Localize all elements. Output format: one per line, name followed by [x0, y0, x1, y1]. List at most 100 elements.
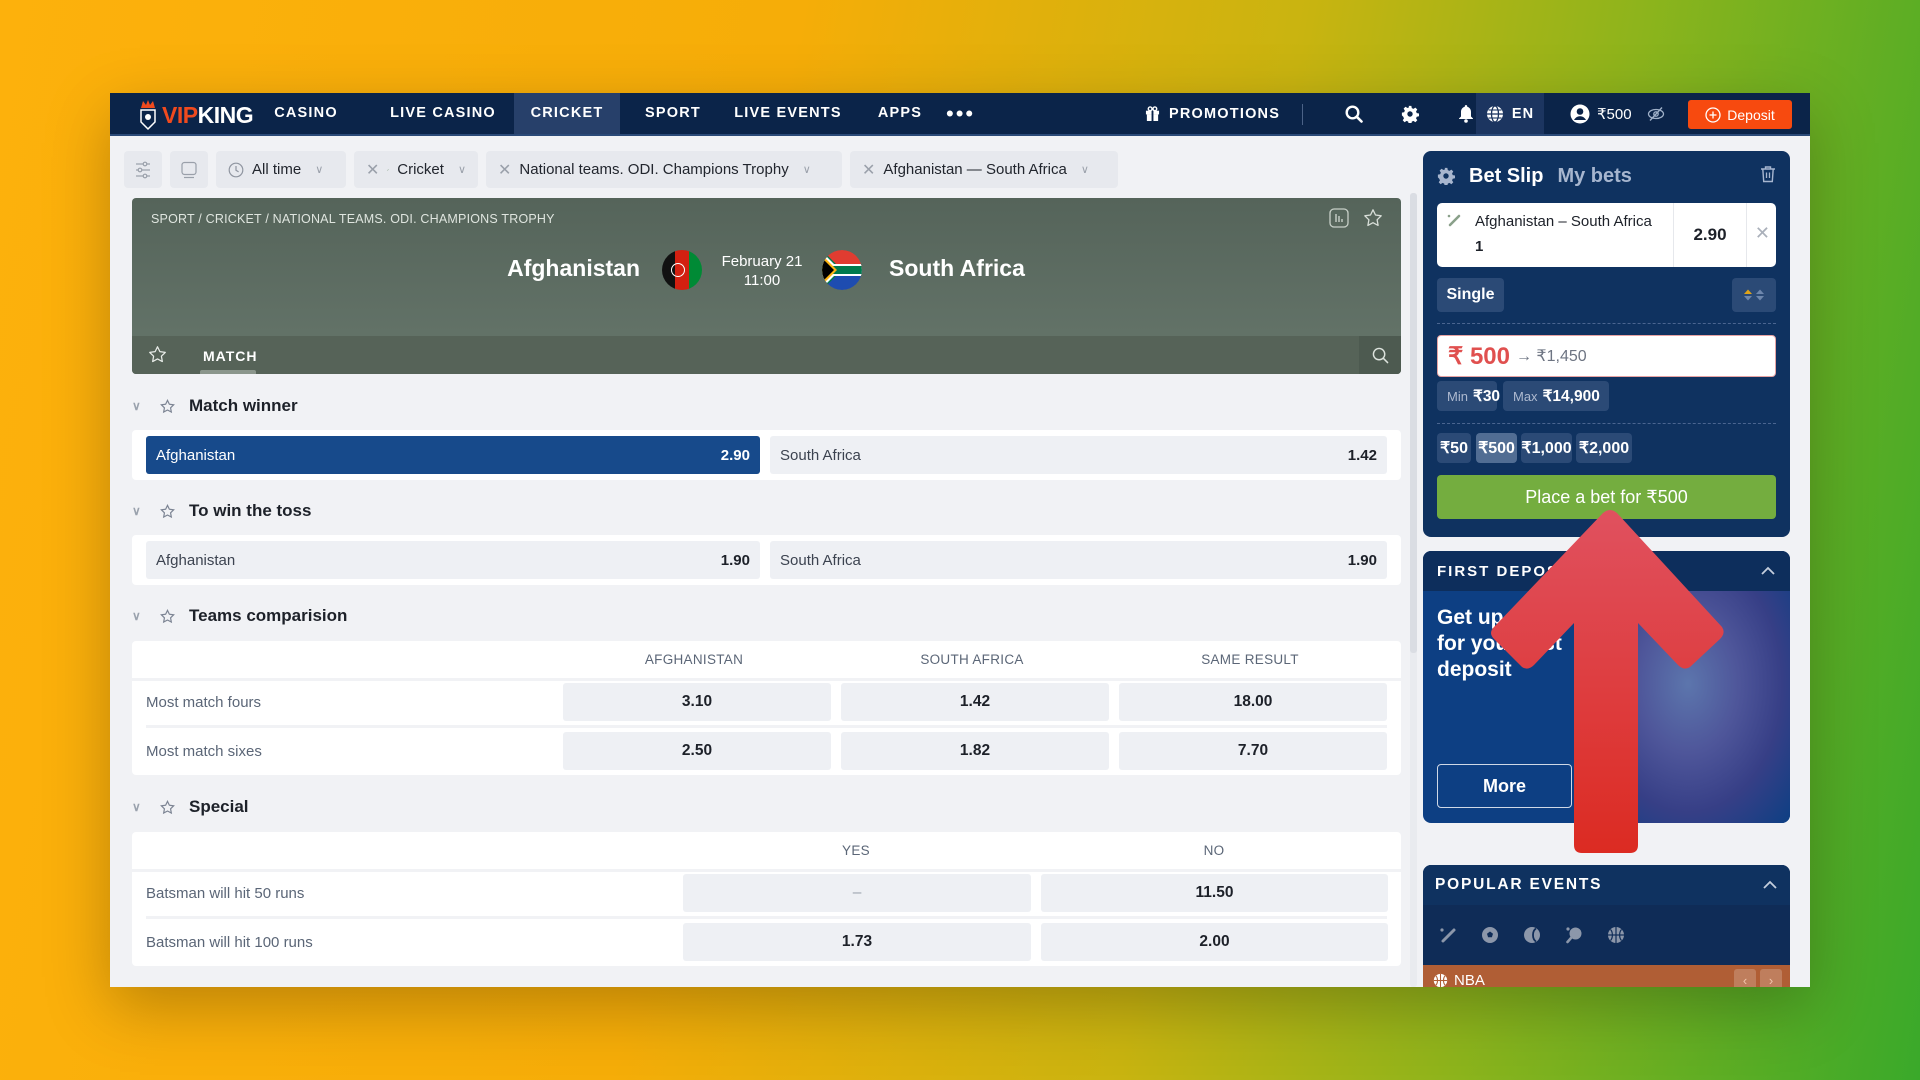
promo-header[interactable]: FIRST DEPOSIT — [1423, 551, 1790, 591]
nav-cricket[interactable]: CRICKET — [514, 93, 620, 134]
quick-stake-2000[interactable]: ₹2,000 — [1576, 433, 1632, 463]
market-header-teams-comparison[interactable]: ∨ Teams comparision — [132, 601, 347, 631]
odd-cell[interactable]: 7.70 — [1119, 732, 1387, 770]
close-icon[interactable]: ✕ — [862, 160, 875, 180]
popular-events-header[interactable]: POPULAR EVENTS — [1423, 865, 1790, 905]
chevron-down-icon: ∨ — [132, 504, 141, 518]
outcome-label: South Africa — [780, 551, 861, 569]
search-icon — [1345, 104, 1363, 123]
match-datetime: February 21 11:00 — [716, 252, 808, 290]
market-header-match-winner[interactable]: ∨ Match winner — [132, 391, 298, 421]
odd-cell[interactable]: 2.00 — [1041, 923, 1388, 961]
nav-live-casino[interactable]: LIVE CASINO — [380, 93, 506, 134]
basketball-icon — [1433, 973, 1448, 987]
favorite-star-icon[interactable] — [160, 503, 175, 519]
cricket-icon[interactable] — [1439, 926, 1457, 944]
quick-stake-50[interactable]: ₹50 — [1437, 433, 1471, 463]
favorite-star-icon[interactable] — [160, 799, 175, 815]
globe-icon — [1486, 104, 1503, 123]
match-header: SPORT / CRICKET / NATIONAL TEAMS. ODI. C… — [132, 198, 1401, 374]
football-icon[interactable] — [1481, 926, 1499, 944]
basketball-icon[interactable] — [1607, 926, 1625, 944]
bet-type-single[interactable]: Single — [1437, 278, 1504, 312]
market-header-special[interactable]: ∨ Special — [132, 792, 249, 822]
close-icon[interactable]: ✕ — [366, 160, 379, 180]
odd-button-south-africa[interactable]: South Africa 1.90 — [770, 541, 1387, 579]
hide-balance-icon[interactable] — [1647, 106, 1665, 122]
plus-circle-icon — [1705, 106, 1721, 123]
next-arrow-button[interactable]: › — [1760, 969, 1782, 987]
home-team-name: Afghanistan — [507, 255, 640, 281]
odd-button-south-africa[interactable]: South Africa 1.42 — [770, 436, 1387, 474]
place-bet-button[interactable]: Place a bet for ₹500 — [1437, 475, 1776, 519]
trash-icon[interactable] — [1760, 165, 1776, 183]
promo-image — [1620, 591, 1790, 823]
deposit-button[interactable]: Deposit — [1688, 100, 1792, 129]
account-balance[interactable]: ₹500 — [1570, 93, 1665, 134]
stake-input[interactable]: ₹ 500 → ₹1,450 — [1437, 335, 1776, 377]
table-tennis-icon[interactable] — [1565, 926, 1583, 944]
view-toggle-button[interactable] — [170, 151, 208, 188]
settings-button[interactable] — [1390, 93, 1430, 134]
odd-cell[interactable]: 18.00 — [1119, 683, 1387, 721]
odds-change-toggle[interactable] — [1732, 278, 1776, 312]
odd-cell[interactable]: 1.42 — [841, 683, 1109, 721]
tab-bet-slip[interactable]: Bet Slip — [1469, 165, 1543, 188]
league-filter[interactable]: ✕ National teams. ODI. Champions Trophy … — [486, 151, 842, 188]
time-filter[interactable]: All time ∨ — [216, 151, 346, 188]
column-header: NO — [1203, 843, 1225, 858]
odd-button-afghanistan[interactable]: Afghanistan 1.90 — [146, 541, 760, 579]
market-header-toss[interactable]: ∨ To win the toss — [132, 496, 311, 526]
more-menu-button[interactable]: ••• — [946, 103, 975, 125]
favorite-star-icon[interactable] — [1363, 208, 1383, 228]
odd-cell[interactable]: 3.10 — [563, 683, 831, 721]
odd-cell[interactable]: 1.73 — [683, 923, 1031, 961]
scrollbar-thumb[interactable] — [1410, 193, 1417, 653]
breadcrumb[interactable]: SPORT / CRICKET / NATIONAL TEAMS. ODI. C… — [151, 212, 555, 226]
quick-stake-500[interactable]: ₹500 — [1476, 433, 1517, 463]
search-button[interactable] — [1334, 93, 1374, 134]
league-row-nba[interactable]: NBA ‹ › — [1423, 965, 1790, 987]
min-stake-badge: Min ₹30 — [1437, 381, 1501, 411]
odd-cell[interactable]: 2.50 — [563, 732, 831, 770]
cricket-bat-icon — [387, 168, 390, 171]
row-label: Batsman will hit 100 runs — [146, 934, 313, 951]
nav-apps[interactable]: APPS — [862, 93, 938, 134]
nav-live-events[interactable]: LIVE EVENTS — [718, 93, 858, 134]
market-search-button[interactable] — [1359, 336, 1401, 374]
favorite-star-icon[interactable] — [160, 398, 175, 414]
tennis-icon[interactable] — [1523, 926, 1541, 944]
filter-settings-button[interactable] — [124, 151, 162, 188]
prev-arrow-button[interactable]: ‹ — [1734, 969, 1756, 987]
favorite-star-icon[interactable] — [160, 608, 175, 624]
odd-button-afghanistan[interactable]: Afghanistan 2.90 — [146, 436, 760, 474]
close-icon[interactable]: ✕ — [498, 160, 511, 180]
chevron-up-icon[interactable] — [1762, 880, 1778, 890]
chevron-down-icon: ∨ — [1080, 164, 1089, 176]
language-selector[interactable]: EN — [1476, 93, 1544, 134]
remove-selection-button[interactable]: ✕ — [1755, 223, 1770, 244]
favorite-star-icon[interactable] — [148, 345, 167, 364]
tab-my-bets[interactable]: My bets — [1557, 165, 1631, 188]
potential-return: → ₹1,450 — [1515, 348, 1587, 365]
odd-cell[interactable]: 1.82 — [841, 732, 1109, 770]
min-label: Min — [1447, 388, 1468, 404]
sport-filter[interactable]: ✕ Cricket ∨ — [354, 151, 478, 188]
selection-match: Afghanistan – South Africa — [1475, 213, 1652, 230]
promotions-link[interactable]: PROMOTIONS — [1145, 93, 1280, 134]
gear-icon[interactable] — [1437, 167, 1455, 185]
row-divider — [146, 916, 1387, 919]
market-teams-comparison: AFGHANISTAN SOUTH AFRICA SAME RESULT Mos… — [132, 641, 1401, 775]
nav-casino[interactable]: CASINO — [261, 93, 351, 134]
odd-cell[interactable]: 11.50 — [1041, 874, 1388, 912]
event-filter[interactable]: ✕ Afghanistan — South Africa ∨ — [850, 151, 1118, 188]
min-value: ₹30 — [1472, 387, 1501, 405]
vipking-logo[interactable]: VIP KING — [138, 97, 254, 133]
promo-more-button[interactable]: More — [1437, 764, 1572, 808]
tab-match[interactable]: MATCH — [203, 348, 258, 364]
nav-sport[interactable]: SPORT — [630, 93, 716, 134]
quick-stake-1000[interactable]: ₹1,000 — [1521, 433, 1572, 463]
outcome-label: Afghanistan — [156, 446, 236, 464]
statistics-icon[interactable] — [1329, 208, 1349, 228]
chevron-up-icon[interactable] — [1760, 566, 1776, 576]
